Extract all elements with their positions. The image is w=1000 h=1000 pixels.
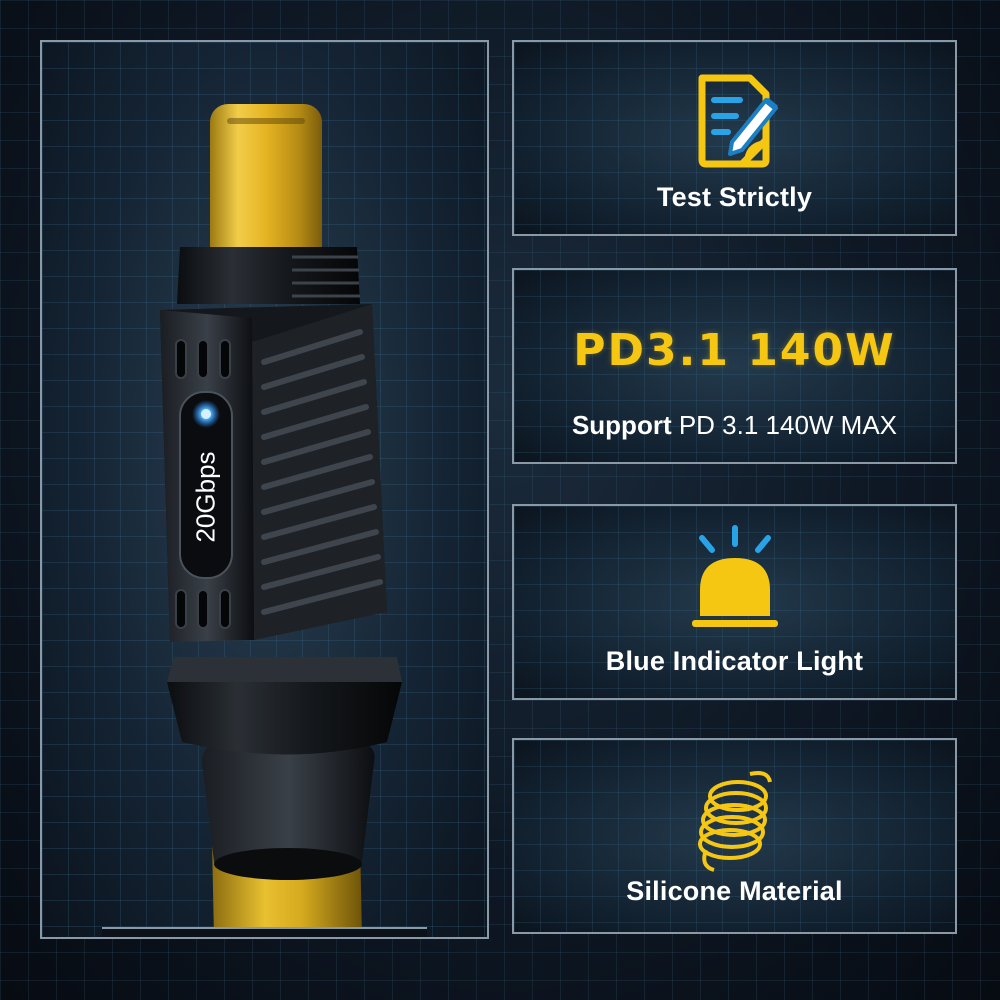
feature-label: Silicone Material	[626, 876, 843, 906]
product-panel: 20Gbps	[40, 40, 489, 939]
feature-card-pd: PD3.1 140W Support PD 3.1 140W MAX	[512, 268, 957, 464]
coil-icon	[697, 771, 772, 872]
pd-title: PD3.1 140W	[573, 325, 896, 376]
speed-label: 20Gbps	[190, 451, 221, 543]
feature-label: Test Strictly	[656, 182, 813, 212]
usb-c-cable-illustration	[160, 104, 402, 937]
pd-subtitle-bold: Support	[571, 410, 672, 440]
feature-card-silicone: Silicone Material	[512, 738, 957, 934]
warning-light-icon	[691, 525, 778, 627]
pd-subtitle: Support PD 3.1 140W MAX	[514, 410, 955, 441]
pd-subtitle-rest: PD 3.1 140W MAX	[671, 410, 898, 440]
document-pen-icon	[698, 74, 778, 168]
usb-c-plug	[210, 104, 322, 264]
feature-card-indicator: Blue Indicator Light	[512, 504, 957, 700]
feature-card-test-strictly: Test Strictly	[512, 40, 957, 236]
feature-label: Blue Indicator Light	[605, 646, 864, 676]
panel-bottom-lip	[102, 927, 427, 937]
hex-nut	[167, 682, 402, 755]
